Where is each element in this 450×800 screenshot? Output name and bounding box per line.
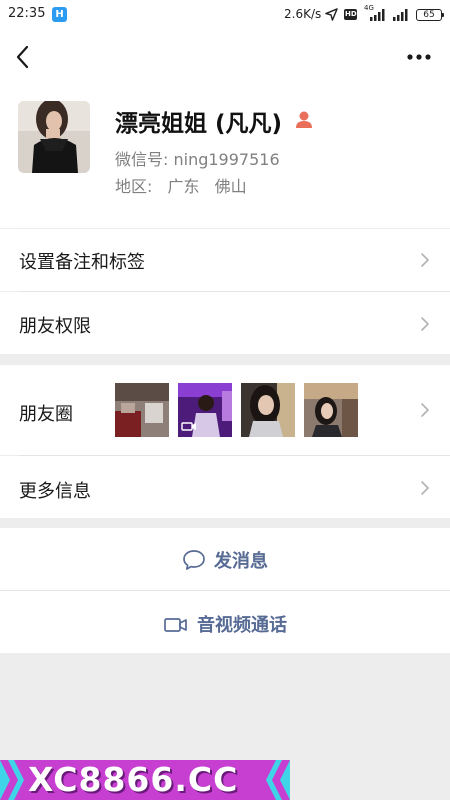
chevron-right-icon	[421, 317, 429, 331]
ad-banner[interactable]: XC8866.CC	[0, 760, 290, 800]
avatar[interactable]	[18, 101, 90, 173]
nav-bar	[0, 30, 450, 86]
more-dots-icon[interactable]	[404, 48, 434, 66]
more-info-label: 更多信息	[19, 481, 91, 502]
more-info-row[interactable]: 更多信息	[0, 456, 450, 518]
network-speed: 2.6K/s	[284, 7, 322, 21]
moments-video-thumbnail[interactable]	[178, 383, 232, 437]
location-arrow-icon	[325, 8, 338, 21]
nickname: 漂亮姐姐 (凡凡)	[115, 111, 283, 137]
region-label: 地区:	[115, 177, 153, 196]
hd-icon: HD	[344, 9, 357, 20]
region: 地区: 广东 佛山	[115, 173, 247, 197]
signal-icon	[370, 9, 385, 21]
set-remark-label: 设置备注和标签	[19, 252, 145, 273]
chevron-right-icon	[421, 403, 429, 417]
chevron-left-icon[interactable]	[13, 44, 33, 70]
friend-permissions-row[interactable]: 朋友权限	[0, 292, 450, 354]
video-camera-icon	[164, 618, 187, 632]
send-message-button[interactable]: 发消息	[0, 528, 450, 590]
video-call-label: 音视频通话	[197, 615, 287, 636]
battery-icon: 65	[416, 9, 444, 21]
moments-label: 朋友圈	[19, 404, 73, 425]
moments-row[interactable]: 朋友圈	[0, 365, 450, 455]
moments-thumbnail[interactable]	[241, 383, 295, 437]
banner-text: XC8866.CC	[28, 760, 239, 799]
chevron-right-icon	[421, 481, 429, 495]
status-bar: 22:35 H 2.6K/s HD 4G 65	[0, 0, 450, 30]
region-province: 广东	[167, 177, 200, 196]
moments-thumbnail[interactable]	[115, 383, 169, 437]
chat-bubble-icon	[183, 550, 205, 570]
app-notification-icon: H	[52, 7, 67, 22]
send-message-label: 发消息	[214, 551, 268, 572]
female-icon	[296, 111, 312, 128]
signal-icon-2	[393, 9, 408, 21]
friend-permissions-label: 朋友权限	[19, 316, 91, 337]
profile-card: 漂亮姐姐 (凡凡) 微信号: ning1997516 地区: 广东 佛山	[0, 86, 450, 228]
moments-thumbnail[interactable]	[304, 383, 358, 437]
video-call-button[interactable]: 音视频通话	[0, 591, 450, 653]
set-remark-and-tags-row[interactable]: 设置备注和标签	[0, 229, 450, 291]
wechat-id: 微信号: ning1997516	[115, 150, 280, 169]
chevron-right-icon	[421, 253, 429, 267]
region-city: 佛山	[214, 177, 247, 196]
status-time: 22:35	[8, 6, 46, 21]
